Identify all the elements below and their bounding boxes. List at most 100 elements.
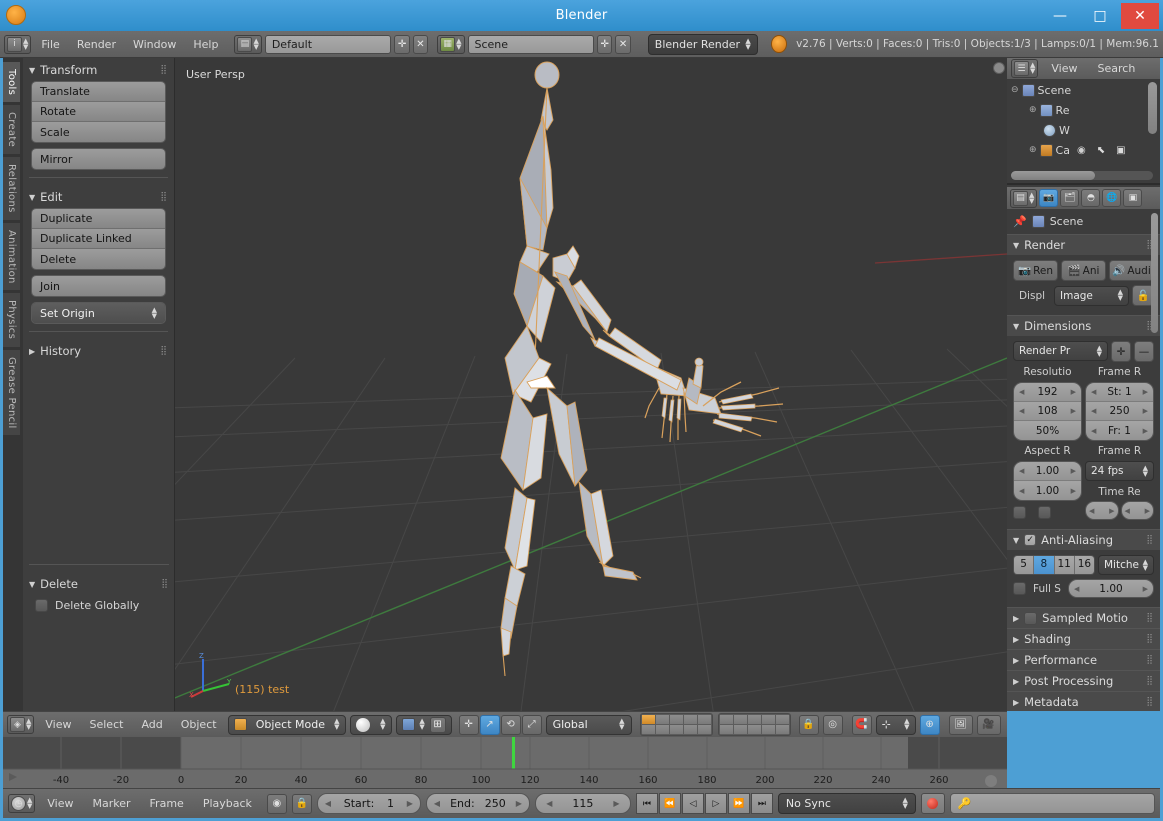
outliner-menu-view[interactable]: View [1044, 60, 1084, 77]
translate-manip-icon[interactable]: ↗ [479, 714, 500, 735]
layer-grid-left[interactable] [639, 713, 713, 736]
timeline-menu-playback[interactable]: Playback [196, 795, 259, 812]
antialiasing-checkbox[interactable]: ✓ [1024, 534, 1037, 546]
panel-header-sampled-motion-blur[interactable]: ▶ Sampled Motio ⣿ [1007, 607, 1160, 628]
outliner-menu-search[interactable]: Search [1091, 60, 1143, 77]
aspect-y-field[interactable]: ◀ 1.00 ▶ [1014, 481, 1081, 500]
menu-help[interactable]: Help [186, 36, 225, 53]
aa-sample-5[interactable]: 5 [1014, 556, 1035, 574]
panel-header-post-processing[interactable]: ▶ Post Processing ⣿ [1007, 670, 1160, 691]
selectable-cursor-icon[interactable]: ⬉ [1097, 145, 1105, 156]
panel-header-metadata[interactable]: ▶ Metadata ⣿ [1007, 691, 1160, 711]
chevron-right-icon[interactable]: ▶ [1071, 388, 1076, 396]
display-mode-dropdown[interactable]: Image ▲ ▼ [1054, 285, 1129, 306]
keying-set-field[interactable]: 🔑 [949, 793, 1155, 814]
camera-icon[interactable]: 🎥 [976, 714, 1001, 735]
delete-button[interactable]: Delete [32, 249, 165, 269]
layer-12[interactable] [655, 725, 669, 734]
chevron-left-icon[interactable]: ◀ [434, 799, 440, 808]
framerate-dropdown[interactable]: 24 fps ▲ ▼ [1085, 461, 1154, 481]
viewport-menu-add[interactable]: Add [134, 716, 169, 733]
full-sample-checkbox[interactable] [1013, 582, 1026, 595]
screen-layout-field[interactable]: Default [264, 34, 392, 54]
pivot-center-icon[interactable]: ⊞ [429, 716, 446, 733]
mirror-button[interactable]: Mirror [32, 149, 165, 169]
viewport-menu-view[interactable]: View [38, 716, 78, 733]
chevron-right-icon[interactable]: ▶ [1071, 487, 1076, 495]
scale-button[interactable]: Scale [32, 122, 165, 142]
layer-8[interactable] [747, 715, 761, 724]
layer-10[interactable] [775, 715, 789, 724]
outliner-row-world[interactable]: W [1007, 120, 1160, 140]
chevron-right-icon[interactable]: ▶ [1109, 507, 1114, 515]
pin-icon[interactable]: 📌 [1013, 215, 1027, 228]
editor-type-selector[interactable]: i ▲ ▼ [4, 34, 32, 54]
chevron-left-icon[interactable]: ◀ [546, 799, 552, 808]
tab-relations[interactable]: Relations [3, 157, 20, 220]
panel-header-performance[interactable]: ▶ Performance ⣿ [1007, 649, 1160, 670]
jump-to-end-button[interactable]: ⏭ [750, 793, 773, 814]
lock-time-icon[interactable]: 🔒 [291, 793, 312, 814]
maximize-button[interactable]: □ [1081, 3, 1119, 29]
aa-sample-11[interactable]: 11 [1054, 556, 1075, 574]
resolution-percent-field[interactable]: 50% [1014, 421, 1081, 440]
panel-header-delete[interactable]: ▼ Delete ⣿ [23, 572, 175, 595]
jump-to-start-button[interactable]: ⏮ [635, 793, 658, 814]
time-remap-new-field[interactable]: ◀ ▶ [1120, 501, 1154, 520]
previous-keyframe-button[interactable]: ⏪ [658, 793, 681, 814]
3d-viewport[interactable]: User Persp Z Y X (115) test [175, 58, 1007, 711]
aa-filter-dropdown[interactable]: Mitche ▲ ▼ [1098, 555, 1154, 575]
layer-13[interactable] [669, 725, 683, 734]
sampled-motion-blur-checkbox[interactable] [1024, 611, 1038, 625]
visibility-eye-icon[interactable]: ◉ [1077, 145, 1086, 156]
rotate-manip-icon[interactable]: ⟲ [500, 714, 521, 735]
tab-world[interactable]: 🌐 [1102, 189, 1122, 207]
chevron-right-icon[interactable]: ▶ [1071, 407, 1076, 415]
tab-animation[interactable]: Animation [3, 222, 20, 291]
chevron-right-icon[interactable]: ▶ [1145, 507, 1150, 515]
add-preset-button[interactable]: ✛ [1111, 341, 1131, 362]
layer-3[interactable] [669, 715, 683, 724]
properties-editor-type-selector[interactable]: ▤ ▲ ▼ [1010, 188, 1038, 208]
layer-19[interactable] [761, 725, 775, 734]
border-checkbox[interactable] [1013, 506, 1026, 519]
interaction-mode-selector[interactable]: Object Mode ▲ ▼ [227, 714, 346, 735]
layer-11[interactable] [641, 725, 655, 734]
layer-18[interactable] [747, 725, 761, 734]
aa-sample-16[interactable]: 16 [1074, 556, 1094, 574]
translate-button[interactable]: Translate [32, 82, 165, 102]
layer-2[interactable] [655, 715, 669, 724]
time-remap-old-field[interactable]: ◀ ▶ [1085, 501, 1119, 520]
crop-checkbox[interactable] [1038, 506, 1051, 519]
timeline-menu-view[interactable]: View [40, 795, 80, 812]
proportional-edit-icon[interactable]: ◎ [822, 714, 843, 735]
chevron-right-icon[interactable]: ▶ [1143, 585, 1148, 593]
delete-globally-checkbox[interactable] [35, 599, 48, 612]
duplicate-linked-button[interactable]: Duplicate Linked [32, 229, 165, 249]
render-audio-button[interactable]: 🔊 Audi [1109, 260, 1154, 281]
collapse-icon[interactable]: ⊖ [1011, 85, 1019, 95]
outliner-horizontal-scrollbar[interactable] [1011, 171, 1153, 180]
layer-15[interactable] [697, 725, 711, 734]
snap-target-icon[interactable]: ⊕ [919, 714, 940, 735]
outliner-row-camera[interactable]: ⊕ Ca ◉ ⬉ ▣ [1007, 140, 1160, 160]
chevron-right-icon[interactable]: ▶ [1071, 467, 1076, 475]
tab-scene[interactable]: ◓ [1081, 189, 1101, 207]
outliner-vertical-scrollbar[interactable] [1148, 82, 1157, 134]
delete-scene-button[interactable]: ✕ [615, 34, 631, 54]
sync-mode-dropdown[interactable]: No Sync ▲ ▼ [777, 793, 916, 814]
render-preview-icon[interactable]: 🖼 [948, 714, 973, 735]
frame-step-field[interactable]: ◀ Fr: 1 ▶ [1086, 421, 1153, 440]
add-screen-layout-button[interactable]: ✛ [394, 34, 410, 54]
layer-20[interactable] [775, 725, 789, 734]
chevron-left-icon[interactable]: ◀ [1125, 507, 1130, 515]
scene-field[interactable]: Scene [467, 34, 594, 54]
panel-header-dimensions[interactable]: ▼ Dimensions ⣿ [1007, 315, 1160, 336]
aspect-x-field[interactable]: ◀ 1.00 ▶ [1014, 462, 1081, 481]
join-button[interactable]: Join [32, 276, 165, 296]
menu-render[interactable]: Render [70, 36, 123, 53]
panel-header-transform[interactable]: ▼ Transform ⣿ [23, 58, 174, 81]
chevron-left-icon[interactable]: ◀ [325, 799, 331, 808]
chevron-right-icon[interactable]: ▶ [407, 799, 413, 808]
chevron-right-icon[interactable]: ▶ [1143, 427, 1148, 435]
